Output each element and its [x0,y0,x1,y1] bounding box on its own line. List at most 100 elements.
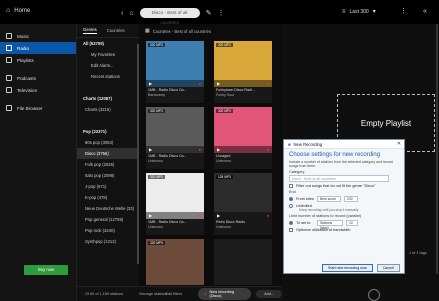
chevron-down-icon: ▾ [372,9,376,15]
genre-item[interactable]: All (53709) [77,38,139,49]
tab-countries[interactable]: Countries [107,28,125,33]
play-icon[interactable]: ▶ [149,147,152,152]
home-button[interactable]: ⌂ Home [6,7,30,14]
genre-item[interactable]: Folk pop (2026) [77,159,139,170]
filter-checkbox-label: Filter out songs that do not fit the gen… [296,184,376,189]
card-actions: ▶ ● [146,146,204,153]
sidebar-item-label: Radio [17,45,30,51]
genre-item[interactable]: My Favorites [77,49,139,60]
play-icon[interactable]: ▶ [217,213,220,218]
card-actions: ▶ ● [214,80,272,87]
cancel-button[interactable]: Cancel [376,264,400,272]
more-menu-icon[interactable]: ⋮ [217,10,224,17]
station-card[interactable]: 320 MP3 ▶ ● 1MB - Radio Disco Ca... Unknown [146,107,204,169]
sidebar-item-label: Music [17,33,29,39]
home-icon: ⌂ [6,7,11,14]
sidebar-item-television[interactable]: Television [0,84,76,96]
station-cover-image: 320 MP3 [146,239,204,285]
close-icon[interactable]: ✕ [394,141,404,147]
back-arrow-icon[interactable]: ‹ [121,10,123,17]
add-button[interactable]: Add... [256,290,282,298]
radio-from-sites[interactable] [289,197,293,202]
station-cover-image: 320 MP3 ▶ ● [214,41,272,87]
play-icon[interactable]: ▶ [217,81,220,86]
filter-checkbox[interactable] [289,184,293,189]
limit-count-input[interactable]: 10 [346,220,358,227]
station-card[interactable]: 320 MP3 ▶ ● Funkytown Disco Radi... Funky So… [214,41,272,103]
sidebar-item-radio[interactable]: Radio [0,42,76,54]
record-icon[interactable]: ● [267,81,269,86]
station-cover-image: 320 MP3 ▶ ● [146,107,204,153]
record-icon[interactable]: ● [267,213,269,218]
sidebar-item-file-browser[interactable]: File Browser [0,102,76,114]
limit-row[interactable]: To set to Stations (Max) 10 [289,220,399,230]
score-select[interactable]: Best score [317,196,341,203]
limit-select[interactable]: Stations (Max) [317,220,343,230]
edit-filters-link[interactable]: Edit filters [165,292,190,296]
genre-item[interactable]: Charts (3216) [77,104,139,115]
count-input[interactable]: 200 [344,196,358,203]
quality-badge: 320 MP3 [148,43,165,47]
genre-item[interactable]: Pop (23371) [77,126,139,137]
circle-button[interactable] [368,289,380,301]
end-option-sites[interactable]: From sites Best score 200 [289,196,399,203]
genre-item[interactable]: K-pop (478) [77,192,139,203]
home-nav-icon[interactable]: ⌂ [129,10,133,17]
options-menu-icon[interactable]: ⋮ [400,8,407,15]
end-label: End [289,190,296,195]
genre-item[interactable]: J-pop (571) [77,181,139,192]
dialog-title: New Recording [293,141,323,147]
navigation-bar: ‹ ⌂ Disco - Best of all countries ✎ ⋮ [121,8,224,25]
optimize-checkbox[interactable] [289,228,293,233]
genre-item[interactable]: Neue Deutsche Welle (33) [77,203,139,214]
grid-view-icon[interactable]: ▦ [145,28,150,34]
top-right-actions: ⋮ « [400,8,427,15]
station-card[interactable]: 320 MP3 ▶ ● 1MB - Radio Disco Ca... Bandcamp [146,41,204,103]
breadcrumb[interactable]: Disco - Best of all countries [139,8,200,25]
record-icon[interactable]: ● [199,81,201,86]
genre-item[interactable]: Pop rock (2240) [77,225,139,236]
playlist-selector[interactable]: ≡ Last 300 ▾ [342,9,376,15]
record-icon[interactable]: ● [199,147,201,152]
optimize-row[interactable]: Optimize utilization of bandwidth [289,228,399,233]
station-subtitle: Unknown [148,224,163,229]
genre-item[interactable]: Pop general (12759) [77,214,139,225]
genre-item[interactable]: Recent stations [77,71,139,82]
record-icon[interactable]: ● [199,213,201,218]
playlist-scrollbar[interactable] [436,24,438,274]
station-card[interactable]: 128 MP3 ▶ ● Retro Disco Radio Unknown [214,173,272,235]
podcast-icon [6,75,12,81]
from-sites-label: From sites [296,197,314,202]
play-icon[interactable]: ▶ [217,147,220,152]
start-recording-button[interactable]: Start new recording now [322,264,373,272]
category-field[interactable]: Disco - Best of all countries [289,175,389,183]
filter-checkbox-row[interactable]: Filter out songs that do not fit the gen… [289,184,399,189]
genre-item[interactable]: Italo pop (2098) [77,170,139,181]
station-card[interactable]: 320 MP3 ▶ ● 1MB - Radio Disco Ca... Unknown [146,173,204,235]
sidebar-item-podcasts[interactable]: Podcasts [0,72,76,84]
bottom-bar: Of 60 of 1,159 stations Manage stations … [77,286,282,301]
record-icon[interactable]: ● [267,147,269,152]
station-card[interactable]: 320 MP3 ▶ ● Uncaged Unknown [214,107,272,169]
sidebar-item-playlists[interactable]: Playlists [0,54,76,66]
genre-item[interactable]: Synthpop (1212) [77,236,139,247]
new-recording-button[interactable]: ● New recording (Disco) [198,288,252,300]
limit-label: Limit number of stations to record (para… [289,214,362,219]
station-cover-image [214,239,272,285]
sidebar-item-label: Television [17,87,38,93]
radio-limit[interactable] [289,221,293,226]
sidebar-item-music[interactable]: Music [0,30,76,42]
optimize-label: Optimize utilization of bandwidth [296,228,351,233]
manage-stations-link[interactable]: Manage stations [139,292,167,296]
genre-item[interactable]: Disco (3756) [77,148,139,159]
play-icon[interactable]: ▶ [149,213,152,218]
edit-icon[interactable]: ✎ [206,10,212,17]
play-icon[interactable]: ▶ [149,81,152,86]
genre-item[interactable]: Edit Alarm... [77,60,139,71]
genre-item[interactable]: 80s pop (3053) [77,137,139,148]
tab-genres[interactable]: Genres [83,27,97,34]
genre-item[interactable]: Charts (12087) [77,93,139,104]
collapse-icon[interactable]: « [423,8,427,15]
buy-now-button[interactable]: Buy now [24,265,68,275]
card-actions: ▶ ● [214,212,272,219]
